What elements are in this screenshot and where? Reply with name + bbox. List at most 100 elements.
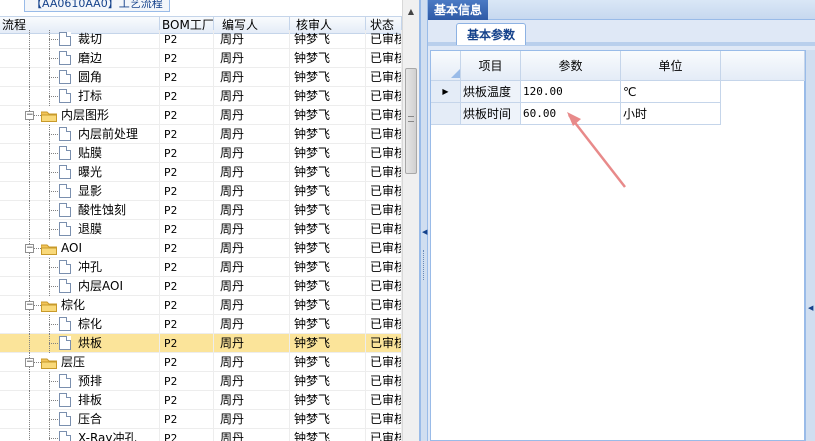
tree-row[interactable]: 预排 P2周丹钟梦飞已审核 bbox=[0, 372, 402, 391]
tree-row[interactable]: 打标 P2周丹钟梦飞已审核 bbox=[0, 87, 402, 106]
flow-cell[interactable]: 内层AOI bbox=[0, 277, 160, 296]
reviewer-cell[interactable]: 钟梦飞 bbox=[290, 68, 366, 87]
reviewer-cell[interactable]: 钟梦飞 bbox=[290, 277, 366, 296]
bom-cell[interactable]: P2 bbox=[160, 296, 214, 315]
writer-cell[interactable]: 周丹 bbox=[214, 239, 290, 258]
flow-cell[interactable]: 磨边 bbox=[0, 49, 160, 68]
flow-cell[interactable]: 棕化 bbox=[0, 315, 160, 334]
status-cell[interactable]: 已审核 bbox=[366, 277, 402, 296]
writer-cell[interactable]: 周丹 bbox=[214, 30, 290, 49]
flow-cell[interactable]: 圆角 bbox=[0, 68, 160, 87]
flow-cell[interactable]: 曝光 bbox=[0, 163, 160, 182]
flow-cell[interactable]: − 棕化 bbox=[0, 296, 160, 315]
flow-cell[interactable]: 贴膜 bbox=[0, 144, 160, 163]
status-cell[interactable]: 已审核 bbox=[366, 410, 402, 429]
status-cell[interactable]: 已审核 bbox=[366, 30, 402, 49]
reviewer-cell[interactable]: 钟梦飞 bbox=[290, 125, 366, 144]
tree-row[interactable]: 曝光 P2周丹钟梦飞已审核 bbox=[0, 163, 402, 182]
bom-cell[interactable]: P2 bbox=[160, 391, 214, 410]
flow-cell[interactable]: 打标 bbox=[0, 87, 160, 106]
bom-cell[interactable]: P2 bbox=[160, 410, 214, 429]
bom-cell[interactable]: P2 bbox=[160, 68, 214, 87]
status-cell[interactable]: 已审核 bbox=[366, 391, 402, 410]
writer-cell[interactable]: 周丹 bbox=[214, 334, 290, 353]
bom-cell[interactable]: P2 bbox=[160, 220, 214, 239]
writer-cell[interactable]: 周丹 bbox=[214, 87, 290, 106]
tree-row[interactable]: 棕化 P2周丹钟梦飞已审核 bbox=[0, 315, 402, 334]
flow-cell[interactable]: − 内层图形 bbox=[0, 106, 160, 125]
bom-cell[interactable]: P2 bbox=[160, 353, 214, 372]
bom-cell[interactable]: P2 bbox=[160, 30, 214, 49]
flow-cell[interactable]: 内层前处理 bbox=[0, 125, 160, 144]
status-cell[interactable]: 已审核 bbox=[366, 87, 402, 106]
tree-row[interactable]: 贴膜 P2周丹钟梦飞已审核 bbox=[0, 144, 402, 163]
writer-cell[interactable]: 周丹 bbox=[214, 49, 290, 68]
reviewer-cell[interactable]: 钟梦飞 bbox=[290, 49, 366, 68]
reviewer-cell[interactable]: 钟梦飞 bbox=[290, 163, 366, 182]
status-cell[interactable]: 已审核 bbox=[366, 201, 402, 220]
writer-cell[interactable]: 周丹 bbox=[214, 296, 290, 315]
tree-row[interactable]: 内层AOI P2周丹钟梦飞已审核 bbox=[0, 277, 402, 296]
tree-row[interactable]: 磨边 P2周丹钟梦飞已审核 bbox=[0, 49, 402, 68]
status-cell[interactable]: 已审核 bbox=[366, 258, 402, 277]
collapse-toggle-icon[interactable]: − bbox=[25, 244, 34, 253]
scroll-up-arrow-icon[interactable]: ▲ bbox=[403, 4, 419, 20]
status-cell[interactable]: 已审核 bbox=[366, 429, 402, 441]
status-cell[interactable]: 已审核 bbox=[366, 296, 402, 315]
writer-cell[interactable]: 周丹 bbox=[214, 315, 290, 334]
writer-cell[interactable]: 周丹 bbox=[214, 163, 290, 182]
reviewer-cell[interactable]: 钟梦飞 bbox=[290, 391, 366, 410]
tree-folder-row[interactable]: − 棕化 P2周丹钟梦飞已审核 bbox=[0, 296, 402, 315]
status-cell[interactable]: 已审核 bbox=[366, 163, 402, 182]
flow-cell[interactable]: − AOI bbox=[0, 239, 160, 258]
flow-cell[interactable]: 烘板 bbox=[0, 334, 160, 353]
reviewer-cell[interactable]: 钟梦飞 bbox=[290, 296, 366, 315]
reviewer-cell[interactable]: 钟梦飞 bbox=[290, 334, 366, 353]
bom-cell[interactable]: P2 bbox=[160, 334, 214, 353]
tree-row[interactable]: 显影 P2周丹钟梦飞已审核 bbox=[0, 182, 402, 201]
splitter-grip[interactable] bbox=[423, 250, 426, 280]
reviewer-cell[interactable]: 钟梦飞 bbox=[290, 372, 366, 391]
bom-cell[interactable]: P2 bbox=[160, 315, 214, 334]
bom-cell[interactable]: P2 bbox=[160, 201, 214, 220]
tree-row[interactable]: 冲孔 P2周丹钟梦飞已审核 bbox=[0, 258, 402, 277]
tree-row[interactable]: 烘板 P2周丹钟梦飞已审核 bbox=[0, 334, 402, 353]
tree-row[interactable]: 退膜 P2周丹钟梦飞已审核 bbox=[0, 220, 402, 239]
reviewer-cell[interactable]: 钟梦飞 bbox=[290, 239, 366, 258]
reviewer-cell[interactable]: 钟梦飞 bbox=[290, 410, 366, 429]
bom-cell[interactable]: P2 bbox=[160, 182, 214, 201]
status-cell[interactable]: 已审核 bbox=[366, 353, 402, 372]
status-cell[interactable]: 已审核 bbox=[366, 239, 402, 258]
flow-cell[interactable]: 酸性蚀刻 bbox=[0, 201, 160, 220]
bom-cell[interactable]: P2 bbox=[160, 49, 214, 68]
writer-cell[interactable]: 周丹 bbox=[214, 277, 290, 296]
collapse-left-icon[interactable]: ◀ bbox=[422, 228, 427, 236]
writer-cell[interactable]: 周丹 bbox=[214, 201, 290, 220]
scroll-thumb[interactable] bbox=[405, 68, 417, 174]
flow-cell[interactable]: 压合 bbox=[0, 410, 160, 429]
writer-cell[interactable]: 周丹 bbox=[214, 410, 290, 429]
writer-cell[interactable]: 周丹 bbox=[214, 429, 290, 441]
flow-cell[interactable]: 退膜 bbox=[0, 220, 160, 239]
status-cell[interactable]: 已审核 bbox=[366, 372, 402, 391]
writer-cell[interactable]: 周丹 bbox=[214, 353, 290, 372]
reviewer-cell[interactable]: 钟梦飞 bbox=[290, 201, 366, 220]
bom-cell[interactable]: P2 bbox=[160, 144, 214, 163]
tree-row[interactable]: 酸性蚀刻 P2周丹钟梦飞已审核 bbox=[0, 201, 402, 220]
tree-folder-row[interactable]: − 层压 P2周丹钟梦飞已审核 bbox=[0, 353, 402, 372]
writer-cell[interactable]: 周丹 bbox=[214, 220, 290, 239]
writer-cell[interactable]: 周丹 bbox=[214, 391, 290, 410]
flow-cell[interactable]: 排板 bbox=[0, 391, 160, 410]
tree-folder-row[interactable]: − AOI P2周丹钟梦飞已审核 bbox=[0, 239, 402, 258]
status-cell[interactable]: 已审核 bbox=[366, 49, 402, 68]
collapse-right-icon[interactable]: ◀ bbox=[808, 304, 813, 312]
writer-cell[interactable]: 周丹 bbox=[214, 372, 290, 391]
reviewer-cell[interactable]: 钟梦飞 bbox=[290, 220, 366, 239]
tree-row[interactable]: 压合 P2周丹钟梦飞已审核 bbox=[0, 410, 402, 429]
status-cell[interactable]: 已审核 bbox=[366, 182, 402, 201]
reviewer-cell[interactable]: 钟梦飞 bbox=[290, 315, 366, 334]
collapse-toggle-icon[interactable]: − bbox=[25, 111, 34, 120]
status-cell[interactable]: 已审核 bbox=[366, 334, 402, 353]
reviewer-cell[interactable]: 钟梦飞 bbox=[290, 87, 366, 106]
bom-cell[interactable]: P2 bbox=[160, 106, 214, 125]
